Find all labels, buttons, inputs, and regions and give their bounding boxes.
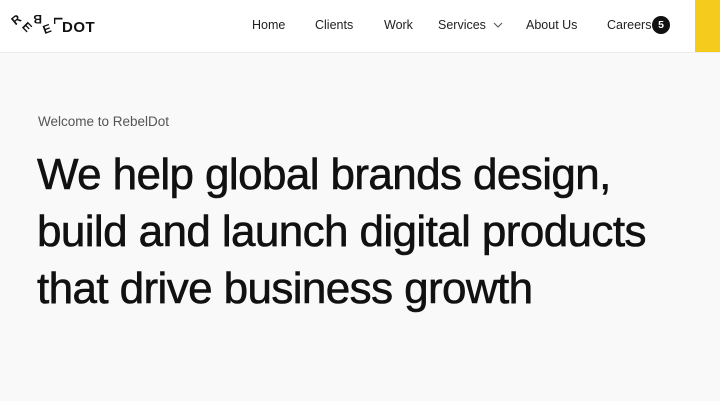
nav-item-services[interactable]: Services — [438, 17, 503, 34]
headline-line: that drive business growth — [37, 264, 534, 314]
hero-eyebrow: Welcome to RebelDot — [38, 114, 170, 129]
nav-item-clients[interactable]: Clients — [315, 17, 353, 33]
nav-item-about-us[interactable]: About Us — [526, 17, 577, 33]
nav-item-careers[interactable]: Careers — [607, 17, 651, 33]
headline-line: We help global brands design, — [37, 150, 612, 200]
accent-bar — [695, 0, 720, 52]
chevron-down-icon — [493, 16, 503, 32]
main-nav: Home Clients Work Services About Us Care… — [0, 0, 720, 52]
hero-headline: We help global brands design, build and … — [37, 146, 720, 317]
page: R E B E L DOT Home Clients Work Services… — [0, 0, 720, 401]
nav-item-services-label: Services — [438, 18, 486, 32]
nav-item-home[interactable]: Home — [252, 17, 285, 33]
nav-item-work[interactable]: Work — [384, 17, 413, 33]
site-header: R E B E L DOT Home Clients Work Services… — [0, 0, 720, 53]
headline-line: build and launch digital products — [37, 207, 647, 257]
careers-count-badge: 5 — [652, 16, 670, 34]
